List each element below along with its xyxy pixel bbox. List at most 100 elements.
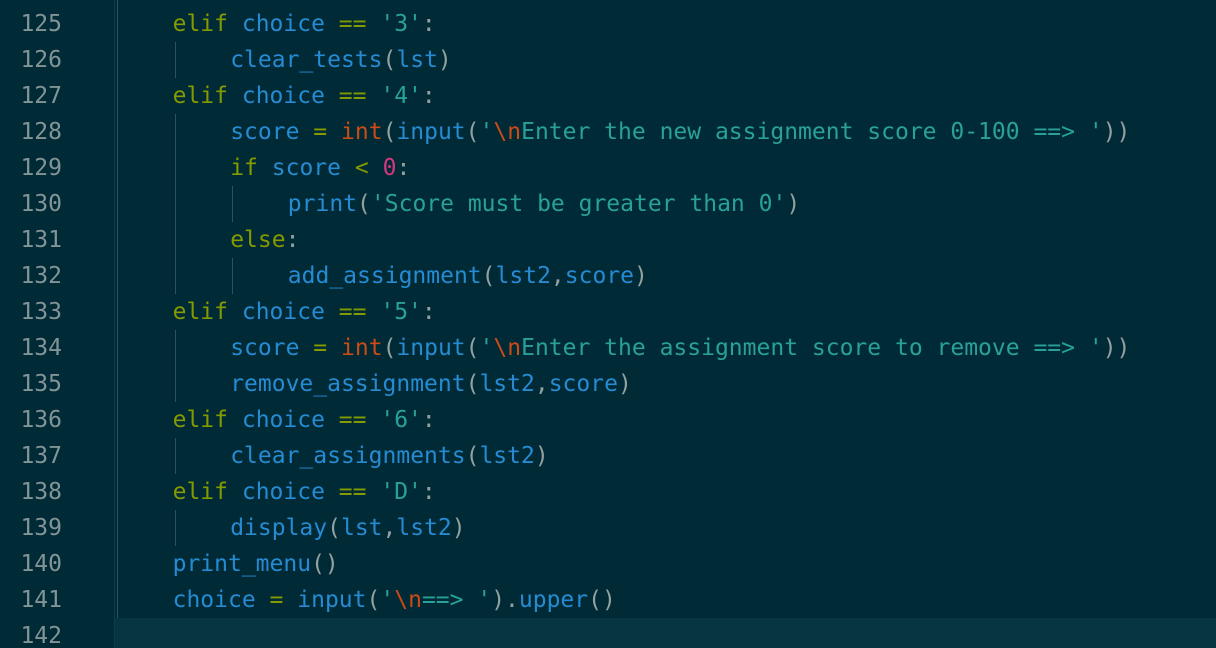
code-token: :	[421, 83, 436, 109]
code-line[interactable]: 140 print_menu()	[0, 546, 1216, 582]
code-token: choice	[241, 479, 325, 505]
code-token: :	[421, 407, 436, 433]
code-text[interactable]: elif choice == '6':	[173, 402, 436, 438]
code-token: ))	[1102, 335, 1131, 361]
line-number: 131	[20, 227, 62, 253]
code-token: ==	[338, 83, 367, 109]
code-token: =	[313, 119, 328, 145]
line-number: 140	[20, 551, 62, 577]
code-token: lst2	[479, 371, 535, 397]
code-line[interactable]: 133 elif choice == '5':	[0, 294, 1216, 330]
code-token: choice	[241, 11, 325, 37]
code-line[interactable]: 137 clear_assignments(lst2)	[0, 438, 1216, 474]
code-token: '	[479, 335, 494, 361]
code-line[interactable]: 134 score = int(input('\nEnter the assign…	[0, 330, 1216, 366]
code-text[interactable]: score = int(input('\nEnter the new assig…	[230, 114, 1130, 150]
code-token: score	[230, 119, 300, 145]
code-line[interactable]: 126 clear_tests(lst)	[0, 42, 1216, 78]
code-text[interactable]: clear_assignments(lst2)	[230, 438, 549, 474]
code-token: ==	[338, 11, 367, 37]
code-token: '	[479, 119, 494, 145]
code-token: lst2	[396, 515, 452, 541]
code-token: (	[382, 119, 397, 145]
code-token: ()	[588, 587, 616, 613]
code-text[interactable]: score = int(input('\nEnter the assignmen…	[230, 330, 1130, 366]
code-token: '5'	[380, 299, 422, 325]
code-token: choice	[172, 587, 256, 613]
code-token: \n	[493, 335, 522, 361]
code-line[interactable]: 127 elif choice == '4':	[0, 78, 1216, 114]
code-token: :	[421, 11, 436, 37]
code-token: score	[564, 263, 635, 289]
code-token: =	[269, 587, 284, 613]
code-token: (	[327, 515, 341, 541]
code-text[interactable]: if score < 0:	[230, 150, 410, 186]
code-token: (	[382, 47, 397, 73]
code-line[interactable]: 142	[0, 618, 1216, 648]
code-editor[interactable]: 125 elif choice == '3': 126 clear_tests(lst…	[0, 0, 1216, 648]
code-token: ()	[311, 551, 339, 577]
code-token: int	[341, 335, 383, 361]
code-text[interactable]: elif choice == '4':	[173, 78, 436, 114]
line-number: 138	[20, 479, 62, 505]
code-line[interactable]: 130 print('Score must be greater than 0')	[0, 186, 1216, 222]
code-text[interactable]: elif choice == '5':	[173, 294, 436, 330]
line-number: 130	[20, 191, 62, 217]
code-token: choice	[241, 299, 325, 325]
code-token: ==> '	[421, 587, 492, 613]
code-line[interactable]: 135 remove_assignment(lst2,score)	[0, 366, 1216, 402]
code-token: ,	[382, 515, 397, 541]
code-line[interactable]: 129 if score < 0:	[0, 150, 1216, 186]
code-token: remove_assignment	[230, 371, 466, 397]
code-token: :	[285, 227, 300, 253]
code-line[interactable]: 125 elif choice == '3':	[0, 6, 1216, 42]
code-token: (	[357, 191, 371, 217]
code-token: elif	[172, 299, 228, 325]
code-line[interactable]: 141 choice = input('\n==> ').upper()	[0, 582, 1216, 618]
code-token: \n	[394, 587, 422, 613]
code-text[interactable]: elif choice == 'D':	[173, 474, 436, 510]
line-number: 141	[20, 587, 62, 613]
code-token: )	[451, 515, 466, 541]
line-number: 125	[20, 11, 62, 37]
code-token: score	[271, 155, 341, 181]
code-text[interactable]: choice = input('\n==> ').upper()	[173, 582, 616, 618]
code-text[interactable]: elif choice == '3':	[173, 6, 436, 42]
code-token: lst	[396, 47, 438, 73]
code-text[interactable]: remove_assignment(lst2,score)	[230, 366, 632, 402]
code-text[interactable]: print_menu()	[173, 546, 339, 582]
line-number: 126	[20, 47, 62, 73]
code-token: '6'	[380, 407, 422, 433]
code-line[interactable]: 136 elif choice == '6':	[0, 402, 1216, 438]
code-line[interactable]: 139 display(lst,lst2)	[0, 510, 1216, 546]
code-line[interactable]: 131 else:	[0, 222, 1216, 258]
code-text[interactable]: clear_tests(lst)	[230, 42, 452, 78]
code-token: ==	[338, 299, 367, 325]
code-token: (	[382, 335, 397, 361]
code-line[interactable]: 132 add_assignment(lst2,score)	[0, 258, 1216, 294]
code-text[interactable]: display(lst,lst2)	[230, 510, 465, 546]
code-text[interactable]: else:	[230, 222, 299, 258]
code-token: ))	[1102, 119, 1131, 145]
code-token: :	[421, 479, 436, 505]
code-token: clear_tests	[230, 47, 383, 73]
code-line[interactable]: 128 score = int(input('\nEnter the new as…	[0, 114, 1216, 150]
code-token: ==	[338, 407, 367, 433]
code-token: <	[354, 155, 369, 181]
code-text[interactable]: add_assignment(lst2,score)	[288, 258, 648, 294]
code-text[interactable]: print('Score must be greater than 0')	[288, 186, 800, 222]
line-number: 136	[20, 407, 62, 433]
code-line[interactable]: 138 elif choice == 'D':	[0, 474, 1216, 510]
line-number: 139	[20, 515, 62, 541]
